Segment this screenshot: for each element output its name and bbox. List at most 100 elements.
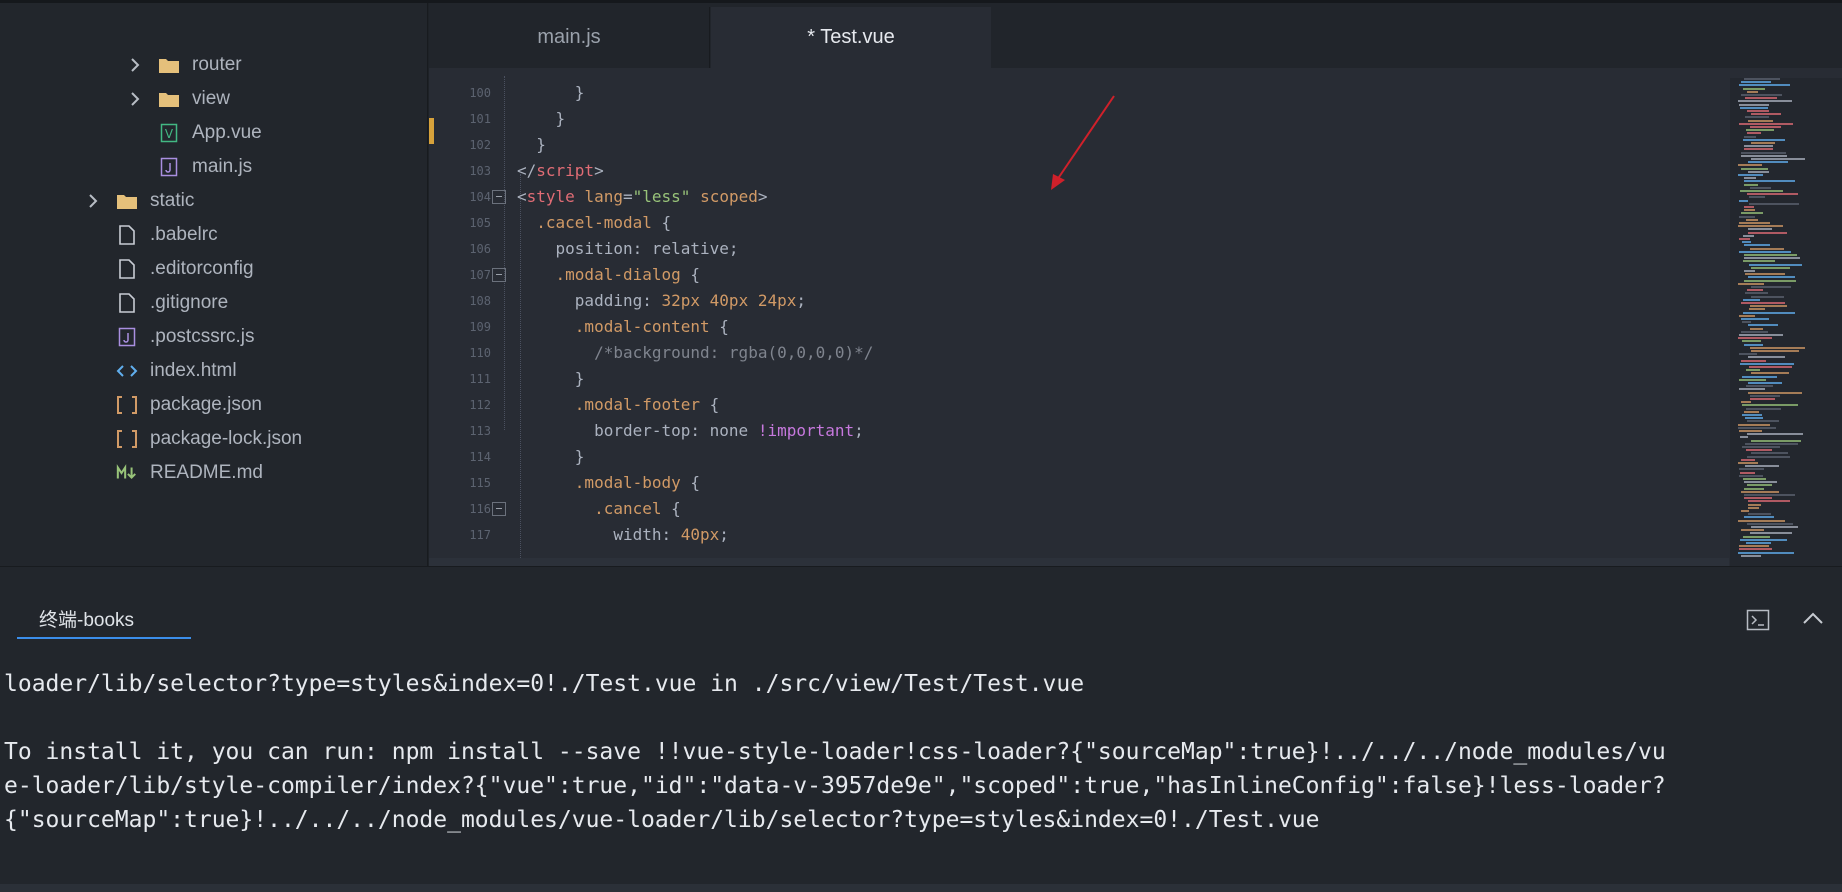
line-number: 111	[469, 372, 491, 386]
minimap-line	[1744, 279, 1796, 282]
code-token: {	[651, 213, 672, 232]
minimap-line	[1748, 382, 1782, 384]
minimap-line	[1743, 260, 1775, 263]
minimap-line	[1749, 196, 1765, 199]
code-text: .modal-body {	[517, 470, 700, 496]
vue-file-icon: V	[158, 122, 180, 144]
code-line[interactable]: 112 .modal-footer {	[429, 392, 1729, 418]
svg-text:V: V	[165, 127, 174, 141]
minimap-line	[1739, 215, 1755, 218]
json-file-icon	[116, 394, 138, 416]
minimap-line	[1750, 186, 1771, 189]
minimap-line	[1739, 474, 1763, 477]
minimap-line	[1750, 532, 1792, 535]
fold-collapse-icon[interactable]	[492, 502, 506, 516]
code-line[interactable]: 109 .modal-content {	[429, 314, 1729, 340]
minimap-line	[1749, 202, 1799, 205]
minimap-line	[1741, 302, 1785, 304]
minimap-line	[1740, 538, 1787, 541]
horizontal-scrollbar[interactable]	[429, 558, 1729, 566]
minimap-line	[1742, 375, 1777, 378]
sidebar-item-label: package.json	[150, 394, 262, 415]
json-file-icon	[116, 428, 138, 450]
minimap-line	[1741, 318, 1769, 320]
minimap-line	[1744, 135, 1756, 138]
minimap-line	[1747, 110, 1769, 112]
code-line[interactable]: 116 .cancel {	[429, 496, 1729, 522]
code-line[interactable]: 115 .modal-body {	[429, 470, 1729, 496]
line-number: 102	[469, 138, 491, 152]
code-token: .cacel-modal	[536, 213, 652, 232]
minimap-line	[1751, 142, 1775, 144]
sidebar-item-readme-md[interactable]: README.md	[0, 453, 427, 493]
code-line[interactable]: 117 width: 40px;	[429, 522, 1729, 548]
code-line[interactable]: 105 .cacel-modal {	[429, 210, 1729, 236]
minimap-line	[1743, 234, 1754, 237]
minimap-line	[1748, 119, 1773, 122]
chevron-right-icon[interactable]	[124, 88, 146, 110]
sidebar-item-label: index.html	[150, 360, 237, 381]
minimap-line	[1745, 97, 1777, 100]
minimap-line	[1750, 346, 1805, 349]
minimap-line	[1751, 439, 1801, 442]
minimap-line	[1748, 503, 1761, 506]
minimap-line	[1743, 87, 1765, 90]
code-minimap[interactable]	[1730, 78, 1842, 566]
chevron-up-icon[interactable]	[1800, 605, 1826, 631]
minimap-line	[1744, 206, 1754, 208]
minimap-line	[1747, 433, 1803, 436]
minimap-line	[1746, 129, 1774, 132]
minimap-line	[1741, 94, 1782, 96]
minimap-line	[1744, 148, 1773, 151]
code-token: .modal-content	[574, 317, 710, 336]
code-token: lang	[584, 187, 623, 206]
new-terminal-icon[interactable]	[1746, 609, 1770, 631]
code-token: position: relative;	[517, 239, 739, 258]
code-text: }	[517, 80, 585, 106]
fold-collapse-icon[interactable]	[492, 190, 506, 204]
code-line[interactable]: 107 .modal-dialog {	[429, 262, 1729, 288]
code-line[interactable]: 110 /*background: rgba(0,0,0,0)*/	[429, 340, 1729, 366]
tab-test-vue[interactable]: * Test.vue	[711, 7, 991, 68]
fold-collapse-icon[interactable]	[492, 268, 506, 282]
code-text: position: relative;	[517, 236, 739, 262]
code-text: /*background: rgba(0,0,0,0)*/	[517, 340, 873, 366]
minimap-line	[1741, 458, 1755, 461]
line-number: 110	[469, 346, 491, 360]
tab-main-js[interactable]: main.js	[429, 7, 710, 68]
code-line[interactable]: 108 padding: 32px 40px 24px;	[429, 288, 1729, 314]
chevron-right-icon[interactable]	[124, 54, 146, 76]
js-file-icon	[158, 156, 180, 178]
line-number: 106	[469, 242, 491, 256]
minimap-line	[1739, 250, 1791, 253]
code-line[interactable]: 111 }	[429, 366, 1729, 392]
sidebar-item-label: static	[150, 190, 195, 211]
red-annotation-arrow	[1051, 95, 1115, 190]
code-line[interactable]: 113 border-top: none !important;	[429, 418, 1729, 444]
terminal-output[interactable]: loader/lib/selector?type=styles&index=0!…	[4, 667, 1840, 837]
code-token: </	[517, 161, 537, 180]
minimap-line	[1745, 465, 1779, 468]
chevron-right-icon[interactable]	[82, 190, 104, 212]
code-token: }	[517, 447, 585, 466]
line-number: 115	[469, 476, 491, 490]
minimap-line	[1738, 337, 1772, 340]
code-token: "less"	[632, 187, 691, 206]
terminal-header: 终端-books	[0, 567, 1842, 639]
code-line[interactable]: 114 }	[429, 444, 1729, 470]
code-token: {	[680, 265, 701, 284]
minimap-line	[1750, 394, 1780, 397]
code-text: .modal-footer {	[517, 392, 720, 418]
minimap-line	[1738, 164, 1762, 167]
minimap-line	[1747, 289, 1763, 292]
terminal-scrollbar[interactable]	[0, 884, 1842, 892]
line-number: 112	[469, 398, 491, 412]
minimap-line	[1739, 103, 1769, 106]
minimap-line	[1744, 244, 1770, 247]
minimap-line	[1744, 481, 1777, 484]
code-line[interactable]: 106 position: relative;	[429, 236, 1729, 262]
terminal-tab[interactable]: 终端-books	[17, 605, 191, 639]
minimap-line	[1742, 414, 1762, 416]
minimap-line	[1738, 462, 1758, 464]
